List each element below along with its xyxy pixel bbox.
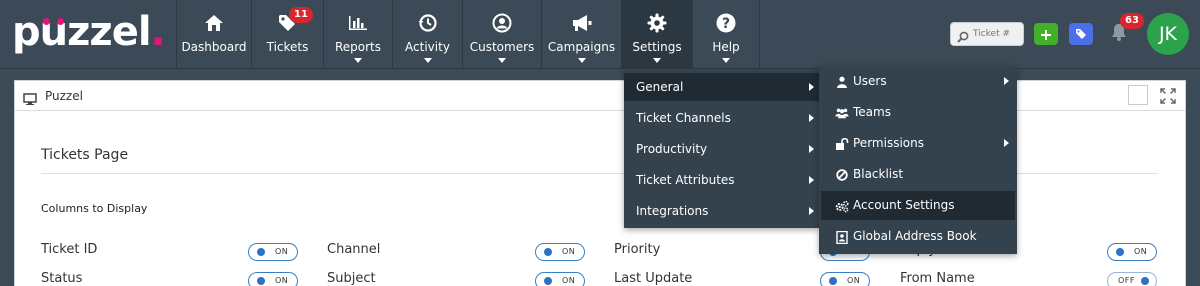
chevron-down-icon xyxy=(354,58,362,63)
settings-menu-item-ticket-channels[interactable]: Ticket Channels xyxy=(624,104,820,132)
chevron-right-icon xyxy=(1004,139,1009,147)
nav-label: Activity xyxy=(405,40,450,54)
avatar[interactable]: JK xyxy=(1147,13,1189,55)
gear-icon xyxy=(622,12,692,34)
nav-label: Customers xyxy=(469,40,535,54)
users-icon xyxy=(835,106,849,120)
address-book-icon xyxy=(835,230,849,244)
unlock-icon xyxy=(835,137,849,151)
general-submenu: Users Teams Permissions Blacklist Accoun… xyxy=(819,66,1017,254)
submenu-item-permissions[interactable]: Permissions xyxy=(821,129,1015,158)
chevron-down-icon xyxy=(722,58,730,63)
nav-label: Campaigns xyxy=(547,40,616,54)
column-toggle[interactable]: ON xyxy=(535,272,585,286)
megaphone-icon xyxy=(542,12,621,34)
nav-help[interactable]: ? Help xyxy=(692,0,760,69)
nav-label: Settings xyxy=(632,40,682,54)
ban-icon xyxy=(835,168,849,182)
user-icon xyxy=(835,75,849,89)
column-toggle[interactable]: ON xyxy=(820,272,870,286)
column-label: From Name xyxy=(900,271,975,286)
notifications-badge: 63 xyxy=(1120,13,1144,29)
settings-menu-item-productivity[interactable]: Productivity xyxy=(624,135,820,163)
chevron-down-icon xyxy=(577,58,586,63)
column-label: Ticket ID xyxy=(41,242,98,257)
notifications-button[interactable]: 63 xyxy=(1110,13,1144,46)
submenu-item-blacklist[interactable]: Blacklist xyxy=(821,160,1015,189)
user-circle-icon xyxy=(463,12,541,34)
settings-menu: General Ticket Channels Productivity Tic… xyxy=(624,70,820,228)
ticket-search-input[interactable] xyxy=(973,26,1021,42)
add-button[interactable] xyxy=(1034,23,1058,45)
column-toggle[interactable]: ON xyxy=(535,243,585,261)
chevron-down-icon xyxy=(653,58,661,63)
settings-menu-item-general[interactable]: General xyxy=(624,73,820,101)
nav-campaigns[interactable]: Campaigns xyxy=(541,0,621,69)
column-toggle[interactable]: ON xyxy=(248,272,298,286)
nav-dashboard[interactable]: Dashboard xyxy=(176,0,251,69)
column-label: Subject xyxy=(327,271,376,286)
nav-tickets[interactable]: 11 Tickets xyxy=(251,0,323,69)
bar-chart-icon xyxy=(324,12,392,34)
monitor-icon xyxy=(23,90,37,109)
chevron-right-icon xyxy=(1004,77,1009,85)
search-icon xyxy=(957,28,969,47)
column-toggle[interactable]: ON xyxy=(248,243,298,261)
chevron-right-icon xyxy=(809,114,814,122)
nav-label: Tickets xyxy=(266,40,309,54)
question-icon: ? xyxy=(693,12,759,34)
chevron-right-icon xyxy=(809,83,814,91)
submenu-item-global-address-book[interactable]: Global Address Book xyxy=(821,222,1015,251)
column-label: Last Update xyxy=(614,271,693,286)
submenu-item-users[interactable]: Users xyxy=(821,67,1015,96)
column-label: Channel xyxy=(327,242,381,257)
column-label: Status xyxy=(41,271,83,286)
top-navbar: puzzel. Dashboard 11 Tickets Reports Act… xyxy=(0,0,1200,69)
expand-icon[interactable] xyxy=(1160,88,1176,108)
submenu-item-account-settings[interactable]: Account Settings xyxy=(821,191,1015,220)
tickets-count-badge: 11 xyxy=(289,7,313,23)
chevron-right-icon xyxy=(809,145,814,153)
column-label: Priority xyxy=(614,242,661,257)
chevron-right-icon xyxy=(809,176,814,184)
nav-activity[interactable]: Activity xyxy=(392,0,462,69)
nav-customers[interactable]: Customers xyxy=(462,0,541,69)
section-title: Columns to Display xyxy=(41,202,148,215)
bell-icon xyxy=(1110,24,1128,46)
nav-settings[interactable]: Settings xyxy=(621,0,692,69)
history-icon xyxy=(393,12,462,34)
chevron-down-icon xyxy=(423,58,432,63)
tag-icon xyxy=(1075,25,1087,44)
chevron-down-icon xyxy=(498,58,506,63)
svg-text:?: ? xyxy=(722,16,730,32)
nav-reports[interactable]: Reports xyxy=(323,0,392,69)
restore-button[interactable] xyxy=(1128,85,1148,105)
page-title: Tickets Page xyxy=(41,147,129,163)
submenu-item-teams[interactable]: Teams xyxy=(821,98,1015,127)
column-toggle[interactable]: OFF xyxy=(1107,272,1157,286)
nav-label: Dashboard xyxy=(181,40,247,54)
ticket-search-box[interactable] xyxy=(950,22,1024,46)
cogs-icon xyxy=(835,199,849,213)
chevron-right-icon xyxy=(809,207,814,215)
settings-menu-item-integrations[interactable]: Integrations xyxy=(624,197,820,225)
tag-button[interactable] xyxy=(1069,23,1093,45)
plus-icon xyxy=(1041,25,1051,44)
nav-label: Reports xyxy=(334,40,382,54)
puzzel-logo[interactable]: puzzel. xyxy=(12,10,166,54)
panel-title: Puzzel xyxy=(45,89,83,103)
column-toggle[interactable]: ON xyxy=(1107,243,1157,261)
nav-label: Help xyxy=(712,40,740,54)
home-icon xyxy=(177,12,251,34)
settings-menu-item-ticket-attributes[interactable]: Ticket Attributes xyxy=(624,166,820,194)
